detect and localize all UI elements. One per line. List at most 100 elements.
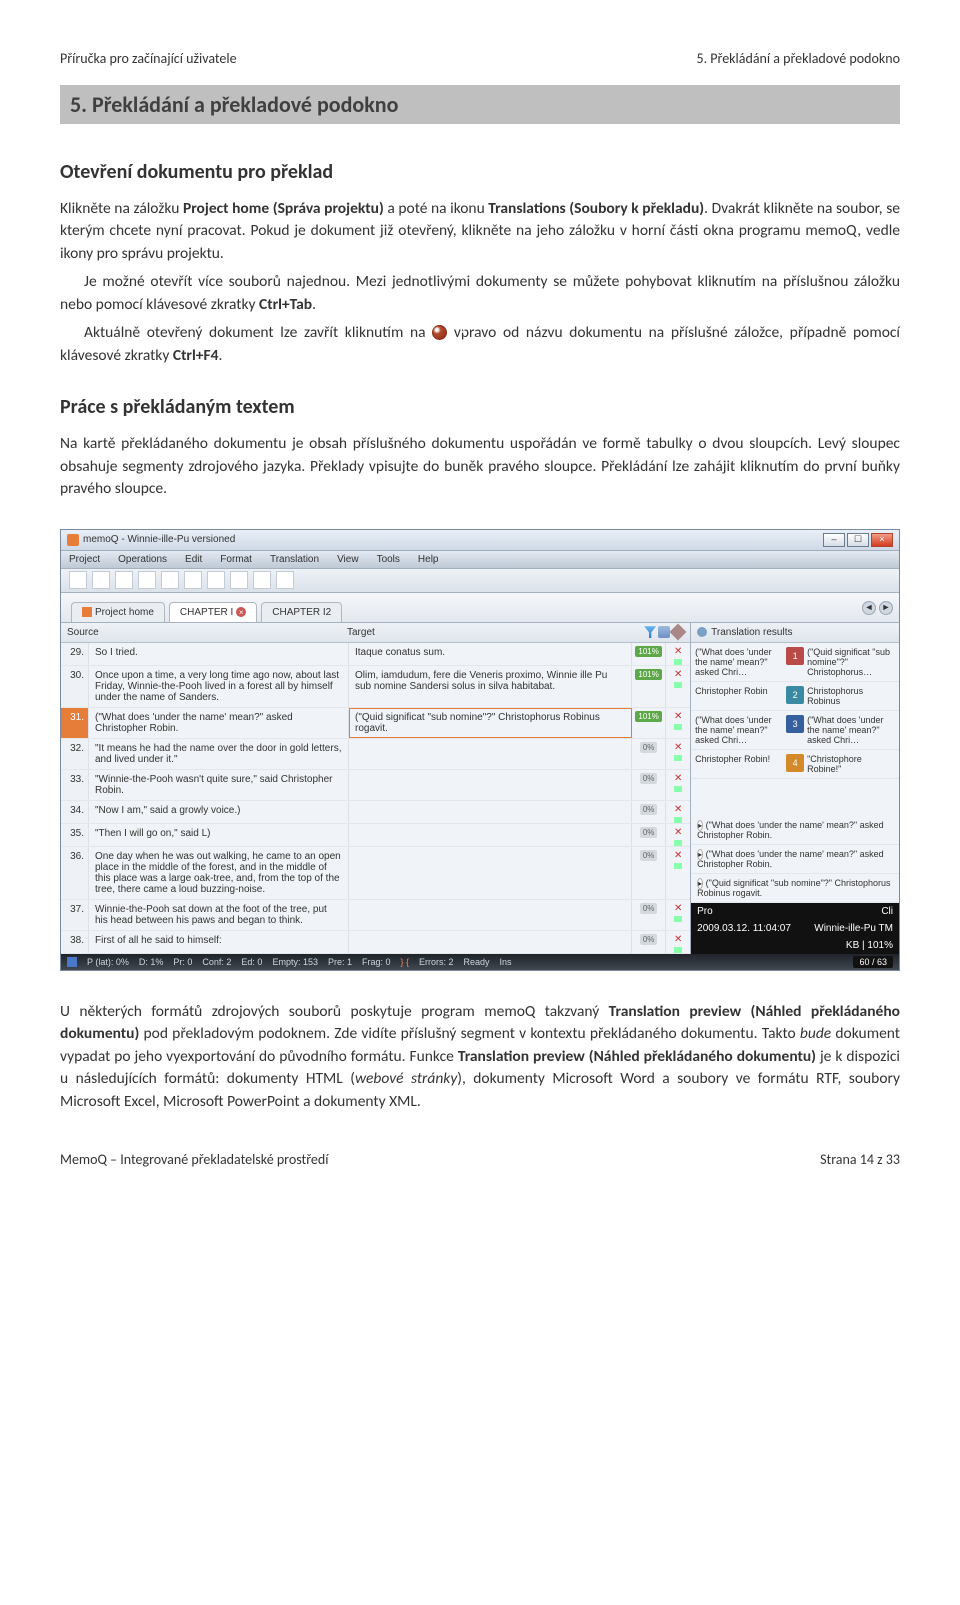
result-row[interactable]: Christopher Robin!4"Christophore Robine!… xyxy=(691,750,899,779)
table-row[interactable]: 35."Then I will go on," said L)0%✕ xyxy=(61,824,690,847)
match-badge: 0% xyxy=(632,739,666,769)
source-cell[interactable]: Once upon a time, a very long time ago n… xyxy=(89,666,349,707)
table-row[interactable]: 30.Once upon a time, a very long time ag… xyxy=(61,666,690,708)
source-cell[interactable]: First of all he said to himself: xyxy=(89,931,349,953)
footer-right: Strana 14 z 33 xyxy=(820,1151,900,1168)
source-cell[interactable]: So I tried. xyxy=(89,643,349,665)
results-header: Translation results xyxy=(691,623,899,643)
text-italic: webové stránky xyxy=(355,1069,457,1088)
menu-translation[interactable]: Translation xyxy=(266,553,323,566)
text: . xyxy=(312,295,316,314)
close-icon xyxy=(432,325,447,340)
target-cell[interactable]: ("Quid significat "sub nomine"?" Christo… xyxy=(349,708,632,738)
status-item: D: 1% xyxy=(139,957,164,967)
edit-icon[interactable] xyxy=(670,624,687,641)
table-row[interactable]: 32."It means he had the name over the do… xyxy=(61,739,690,770)
table-row[interactable]: 38.First of all he said to himself:0%✕ xyxy=(61,931,690,954)
source-cell[interactable]: One day when he was out walking, he came… xyxy=(89,847,349,899)
menubar[interactable]: Project Operations Edit Format Translati… xyxy=(61,551,899,569)
results-list: ("What does 'under the name' mean?" aske… xyxy=(691,643,899,779)
toolbar-button[interactable] xyxy=(138,571,156,589)
result-row[interactable]: Christopher Robin2Christophorus Robinus xyxy=(691,682,899,711)
result-chip: 2 xyxy=(786,686,804,704)
source-cell[interactable]: ("What does 'under the name' mean?" aske… xyxy=(89,708,349,738)
target-cell[interactable] xyxy=(349,824,632,846)
text-bold: Ctrl+F4 xyxy=(173,346,219,365)
toolbar-button[interactable] xyxy=(92,571,110,589)
source-cell[interactable]: "It means he had the name over the door … xyxy=(89,739,349,769)
target-cell[interactable] xyxy=(349,847,632,899)
row-number: 35. xyxy=(61,824,89,846)
chevron-icon[interactable]: ▸ xyxy=(697,849,703,860)
menu-view[interactable]: View xyxy=(333,553,363,566)
source-cell[interactable]: "Winnie-the-Pooh wasn't quite sure," sai… xyxy=(89,770,349,800)
target-cell[interactable] xyxy=(349,801,632,823)
result-row[interactable]: ("What does 'under the name' mean?" aske… xyxy=(691,643,899,682)
toolbar-button[interactable] xyxy=(276,571,294,589)
menu-operations[interactable]: Operations xyxy=(114,553,171,566)
result-source: Christopher Robin xyxy=(695,686,783,706)
match-badge: 0% xyxy=(632,900,666,930)
heading-work-text: Práce s překládaným textem xyxy=(60,395,900,419)
table-row[interactable]: 36.One day when he was out walking, he c… xyxy=(61,847,690,900)
arrow-icon[interactable] xyxy=(697,627,707,637)
toolbar-button[interactable] xyxy=(115,571,133,589)
paragraph: Je možné otevřít více souborů najednou. … xyxy=(60,271,900,316)
titlebar[interactable]: memoQ - Winnie-ille-Pu versioned – ☐ × xyxy=(61,530,899,551)
source-cell[interactable]: "Now I am," said a growly voice.) xyxy=(89,801,349,823)
filter-icon[interactable] xyxy=(644,626,656,638)
menu-format[interactable]: Format xyxy=(216,553,256,566)
row-number: 31. xyxy=(61,708,89,738)
toolbar-button[interactable] xyxy=(230,571,248,589)
menu-tools[interactable]: Tools xyxy=(373,553,404,566)
menu-project[interactable]: Project xyxy=(65,553,104,566)
close-button[interactable]: × xyxy=(871,533,893,547)
table-row[interactable]: 37.Winnie-the-Pooh sat down at the foot … xyxy=(61,900,690,931)
text-bold: Translations (Soubory k překladu) xyxy=(488,199,704,218)
tab-label: Project home xyxy=(95,607,154,618)
target-cell[interactable]: Olim, iamdudum, fere die Veneris proximo… xyxy=(349,666,632,707)
state-icon: ✕ xyxy=(666,708,690,738)
row-number: 34. xyxy=(61,801,89,823)
text-bold: Translation preview (Náhled překládaného… xyxy=(458,1047,816,1066)
toolbar-button[interactable] xyxy=(184,571,202,589)
text-bold: Ctrl+Tab xyxy=(259,295,312,314)
toolbar-button[interactable] xyxy=(253,571,271,589)
sort-icon[interactable] xyxy=(658,626,670,638)
tab-next-button[interactable]: ► xyxy=(879,601,893,615)
table-row[interactable]: 29.So I tried.Itaque conatus sum.101%✕ xyxy=(61,643,690,666)
status-item: Empty: 153 xyxy=(272,957,318,967)
table-row[interactable]: 31.("What does 'under the name' mean?" a… xyxy=(61,708,690,739)
source-cell[interactable]: Winnie-the-Pooh sat down at the foot of … xyxy=(89,900,349,930)
target-cell[interactable] xyxy=(349,931,632,953)
tab-project-home[interactable]: Project home xyxy=(71,602,165,622)
table-row[interactable]: 33."Winnie-the-Pooh wasn't quite sure," … xyxy=(61,770,690,801)
match-badge: 0% xyxy=(632,801,666,823)
target-cell[interactable] xyxy=(349,900,632,930)
running-header: Příručka pro začínající uživatele 5. Pře… xyxy=(60,50,900,67)
target-cell[interactable] xyxy=(349,739,632,769)
tab-chapter12[interactable]: CHAPTER I2 xyxy=(261,602,342,622)
menu-edit[interactable]: Edit xyxy=(181,553,206,566)
minimize-button[interactable]: – xyxy=(823,533,845,547)
status-item: Errors: 2 xyxy=(419,957,454,967)
menu-help[interactable]: Help xyxy=(414,553,443,566)
tab-prev-button[interactable]: ◄ xyxy=(862,601,876,615)
target-cell[interactable]: Itaque conatus sum. xyxy=(349,643,632,665)
target-cell[interactable] xyxy=(349,770,632,800)
toolbar-button[interactable] xyxy=(69,571,87,589)
tab-chapter1[interactable]: CHAPTER I × xyxy=(169,602,257,622)
chevron-icon[interactable]: ▸ xyxy=(697,820,703,831)
state-icon: ✕ xyxy=(666,824,690,846)
maximize-button[interactable]: ☐ xyxy=(847,533,869,547)
result-target: Christophorus Robinus xyxy=(807,686,895,706)
toolbar-button[interactable] xyxy=(207,571,225,589)
table-row[interactable]: 34."Now I am," said a growly voice.)0%✕ xyxy=(61,801,690,824)
result-row[interactable]: ("What does 'under the name' mean?" aske… xyxy=(691,711,899,750)
chevron-icon[interactable]: ▸ xyxy=(697,878,703,889)
toolbar-button[interactable] xyxy=(161,571,179,589)
tab-close-icon[interactable]: × xyxy=(236,607,246,617)
source-cell[interactable]: "Then I will go on," said L) xyxy=(89,824,349,846)
source-header: Source xyxy=(67,627,347,638)
text: Aktuálně otevřený dokument lze zavřít kl… xyxy=(84,323,432,342)
